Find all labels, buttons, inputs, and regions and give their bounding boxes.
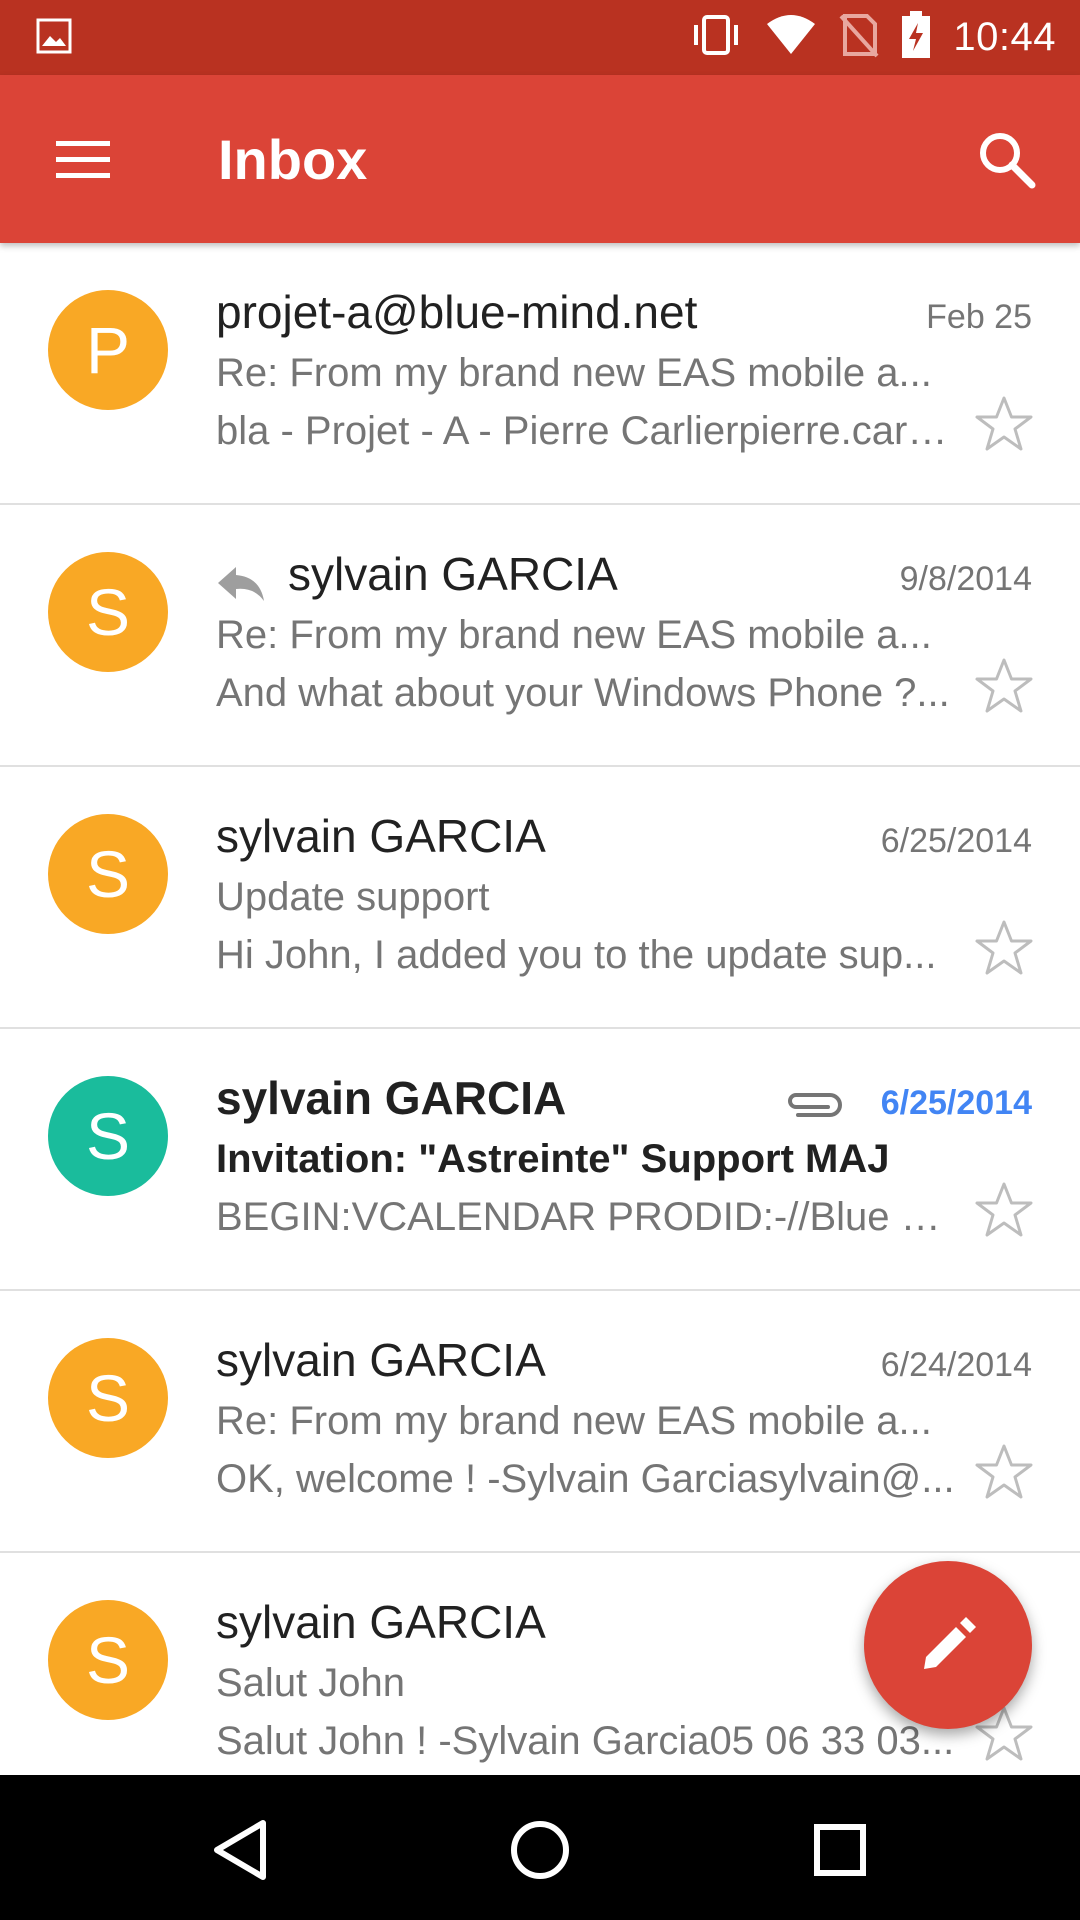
- star-icon[interactable]: [972, 1441, 1036, 1505]
- star-icon[interactable]: [972, 917, 1036, 981]
- wifi-icon: [765, 14, 817, 61]
- email-date: Feb 25: [926, 298, 1032, 336]
- star-icon[interactable]: [972, 1179, 1036, 1243]
- search-icon[interactable]: [974, 127, 1038, 191]
- battery-charging-icon: [901, 11, 931, 64]
- vibrate-icon: [689, 13, 743, 62]
- email-subject: Invitation: "Astreinte" Support MAJ: [216, 1137, 890, 1181]
- email-row[interactable]: Pprojet-a@blue-mind.net Feb 25 Re: From my…: [0, 243, 1080, 505]
- pencil-compose-icon: [924, 1617, 976, 1669]
- email-subject: Re: From my brand new EAS mobile a...: [216, 613, 932, 657]
- page-title: Inbox: [218, 128, 368, 191]
- avatar[interactable]: S: [48, 1076, 168, 1196]
- email-snippet: Hi John, I added you to the update sup..…: [216, 933, 937, 977]
- star-icon[interactable]: [972, 393, 1036, 457]
- hamburger-menu-icon[interactable]: [54, 133, 112, 185]
- reply-icon: [216, 563, 266, 608]
- image-notification-icon: [36, 18, 72, 59]
- email-snippet: Salut John ! -Sylvain Garcia05 06 33 03.…: [216, 1719, 955, 1763]
- home-circle-icon[interactable]: [505, 1815, 575, 1885]
- email-date: 6/25/2014: [880, 822, 1032, 860]
- email-subject: Re: From my brand new EAS mobile a...: [216, 351, 932, 395]
- email-list: Pprojet-a@blue-mind.net Feb 25 Re: From my…: [0, 243, 1080, 1775]
- email-date: 6/25/2014: [880, 1084, 1032, 1122]
- email-row[interactable]: Ssylvain GARCIA 6/24/2014 Re: From my bran…: [0, 1291, 1080, 1553]
- system-nav-bar: [0, 1775, 1080, 1920]
- email-row[interactable]: Ssylvain GARCIA 9/8/2014 Re: From my brand…: [0, 505, 1080, 767]
- email-row[interactable]: Ssylvain GARCIA 6/25/2014 Invitation: "Ast…: [0, 1029, 1080, 1291]
- email-date: 9/8/2014: [899, 560, 1032, 598]
- email-snippet: BEGIN:VCALENDAR PRODID:-//Blue Mi...: [216, 1195, 956, 1239]
- email-row[interactable]: Ssylvain GARCIA 6/25/2014 Update support Hi…: [0, 767, 1080, 1029]
- sender-name: projet-a@blue-mind.net: [216, 286, 698, 338]
- avatar[interactable]: P: [48, 290, 168, 410]
- avatar[interactable]: S: [48, 1600, 168, 1720]
- sender-name: sylvain GARCIA: [216, 810, 546, 862]
- email-snippet: OK, welcome ! -Sylvain Garciasylvain@...: [216, 1457, 955, 1501]
- avatar[interactable]: S: [48, 1338, 168, 1458]
- email-snippet: And what about your Windows Phone ?...: [216, 671, 950, 715]
- email-subject: Salut John: [216, 1661, 406, 1705]
- compose-button[interactable]: [864, 1561, 1032, 1729]
- star-icon[interactable]: [972, 655, 1036, 719]
- email-subject: Update support: [216, 875, 490, 919]
- sender-name: sylvain GARCIA: [216, 1072, 567, 1124]
- avatar[interactable]: S: [48, 552, 168, 672]
- sender-name: sylvain GARCIA: [288, 548, 618, 600]
- sender-name: sylvain GARCIA: [216, 1596, 546, 1648]
- recents-square-icon[interactable]: [805, 1815, 875, 1885]
- email-subject: Re: From my brand new EAS mobile a...: [216, 1399, 932, 1443]
- status-bar: 10:44: [0, 0, 1080, 75]
- app-bar: Inbox: [0, 75, 1080, 243]
- sender-name: sylvain GARCIA: [216, 1334, 546, 1386]
- back-triangle-icon[interactable]: [205, 1815, 275, 1885]
- email-snippet: bla - Projet - A - Pierre Carlierpierre.…: [216, 409, 956, 453]
- avatar[interactable]: S: [48, 814, 168, 934]
- no-sim-icon: [839, 12, 879, 63]
- email-date: 6/24/2014: [880, 1346, 1032, 1384]
- status-time: 10:44: [953, 15, 1056, 59]
- attachment-icon: [784, 1087, 844, 1123]
